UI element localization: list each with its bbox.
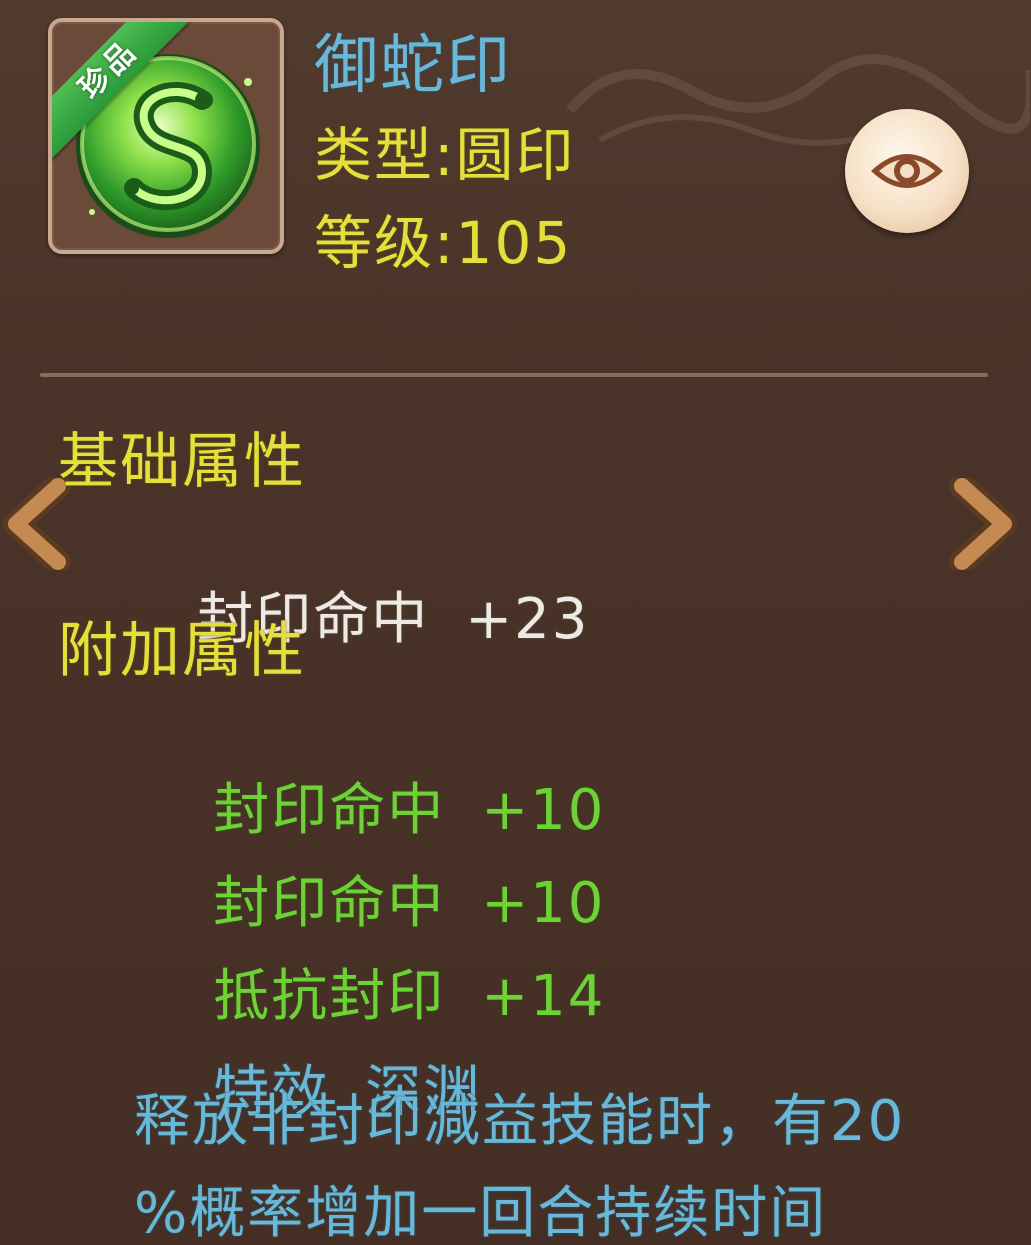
item-level-value: 105 bbox=[455, 209, 573, 277]
item-type-label: 类型: bbox=[314, 121, 456, 189]
item-level-label: 等级: bbox=[314, 209, 456, 277]
view-button[interactable] bbox=[845, 109, 969, 233]
cloud-decoration bbox=[566, 54, 1030, 146]
item-type: 类型:圆印 bbox=[314, 108, 576, 192]
item-icon-frame[interactable]: 珍品 bbox=[48, 18, 284, 254]
serpent-seal-icon bbox=[76, 54, 260, 238]
stat-value: +14 bbox=[481, 964, 606, 1029]
item-name: 御蛇印 bbox=[314, 29, 512, 103]
item-level: 等级:105 bbox=[314, 196, 572, 280]
chevron-right-icon[interactable] bbox=[946, 478, 1018, 570]
extra-attributes-title: 附加属性 bbox=[58, 616, 306, 686]
eye-icon bbox=[871, 154, 943, 188]
item-type-value: 圆印 bbox=[455, 121, 576, 189]
effect-description-line-2: %概率增加一回合持续时间 bbox=[134, 1181, 828, 1245]
base-attributes-title: 基础属性 bbox=[58, 427, 306, 497]
item-tooltip-panel: 珍品 御蛇印 类型:圆印 等级:105 基础属性 封印命中 +23 附加属性 封印… bbox=[0, 0, 1031, 1245]
header-divider bbox=[40, 373, 988, 377]
stat-value: +23 bbox=[465, 587, 590, 652]
effect-description-line-1: 释放非封印减益技能时，有20 bbox=[134, 1089, 906, 1154]
